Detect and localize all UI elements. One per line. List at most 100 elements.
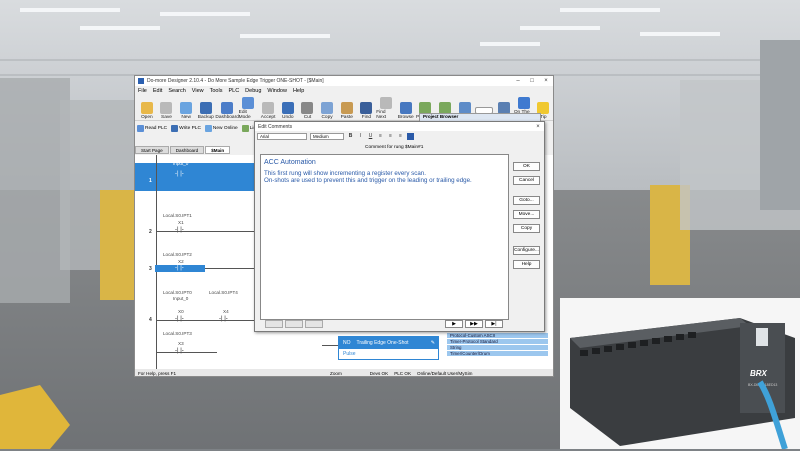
write-plc-button[interactable]: Write PLC [171, 124, 201, 132]
copy-icon [321, 102, 334, 114]
left-power-rail [156, 155, 157, 370]
rung3-contact[interactable]: -| |- [175, 265, 184, 271]
prev-rung-button[interactable] [305, 320, 323, 328]
first-rung-button[interactable] [265, 320, 283, 328]
maximize-button[interactable]: □ [525, 78, 539, 84]
configure-button[interactable]: Configure... [513, 246, 540, 255]
status-devs: Devs OK [369, 370, 389, 376]
toolbar-label: Copy [321, 115, 333, 120]
menu-help[interactable]: Help [293, 88, 304, 94]
size-select[interactable]: Medium [310, 132, 344, 140]
rung-number-1: 1 [149, 178, 152, 184]
dialog-close-icon[interactable]: × [532, 124, 544, 130]
align-center-icon[interactable]: ≡ [387, 133, 394, 140]
status-bar: For Help, press F1 Zoom Devs OK PLC OK O… [135, 369, 553, 376]
find-next-button[interactable]: Find Next [376, 97, 396, 120]
prev-page-button[interactable] [285, 320, 303, 328]
rung1-contact[interactable]: -| |- [175, 171, 184, 177]
tab-dashboard[interactable]: Dashboard [169, 146, 205, 154]
undo-button[interactable]: Undo [278, 102, 298, 120]
rung5-contact[interactable]: -| |- [175, 348, 184, 354]
edit-mode-button[interactable]: Edit Mode [239, 97, 259, 120]
find-button[interactable]: Find [357, 102, 377, 120]
next-rung-button[interactable]: ▶ [445, 320, 463, 328]
rung4-address-1: X0 [178, 309, 184, 314]
new-online-icon [204, 124, 212, 132]
toolbar-label: Dashboard [215, 115, 239, 120]
toolbar-label: Tip [540, 115, 547, 120]
selected-rung-highlight[interactable] [135, 163, 257, 191]
menu-edit[interactable]: Edit [153, 88, 162, 94]
status-mode: Online/Default User/MySim [417, 370, 473, 376]
move-button[interactable]: Move... [513, 210, 540, 219]
color-icon[interactable] [407, 132, 414, 140]
align-left-icon[interactable]: ≡ [377, 133, 384, 140]
rung2-address: X1 [178, 220, 184, 225]
toolbar-label: Save [161, 115, 172, 120]
rung-number-4: 4 [149, 317, 152, 323]
folder-button[interactable]: Open [137, 102, 157, 120]
status-zoom: Zoom [330, 370, 342, 376]
menu-plc[interactable]: PLC [228, 88, 239, 94]
goto-button[interactable]: Goto... [513, 196, 540, 205]
minimize-button[interactable]: – [511, 78, 525, 84]
pencil-icon[interactable]: ✎ [431, 340, 438, 346]
rung4-wire [157, 320, 257, 321]
read-plc-button[interactable]: Read PLC [137, 124, 167, 132]
rung2-wire [157, 231, 257, 232]
help-button[interactable]: Help [513, 260, 540, 269]
copy-button[interactable]: Copy [317, 102, 337, 120]
toolbar-label: Backup [197, 115, 214, 120]
status-help: For Help, press F1 [138, 370, 177, 376]
comment-line-2: On-shots are used to prevent this and tr… [264, 177, 472, 184]
bold-icon[interactable]: B [347, 133, 354, 140]
accept-button[interactable]: Accept [258, 102, 278, 120]
ok-button[interactable]: OK [513, 162, 540, 171]
last-rung-button[interactable]: ▶| [485, 320, 503, 328]
tab-start-page[interactable]: Start Page [135, 146, 169, 154]
edit-mode-icon [242, 97, 255, 109]
cancel-button[interactable]: Cancel [513, 176, 540, 185]
edge-title: Trailing Edge One-Shot [356, 340, 409, 346]
nav-disabled-buttons [265, 320, 323, 328]
menu-view[interactable]: View [192, 88, 204, 94]
comment-text-area[interactable]: ACC Automation This first rung will show… [260, 154, 509, 320]
menu-window[interactable]: Window [267, 88, 287, 94]
new-online-button[interactable]: New Online [204, 124, 238, 132]
dashboard-button[interactable]: Dashboard [215, 102, 239, 120]
save-icon [160, 102, 173, 114]
rung4-nickname-1b: Input_0 [173, 296, 189, 301]
copy-button[interactable]: Copy [513, 224, 540, 233]
new-button[interactable]: New [176, 102, 196, 120]
save-button[interactable]: Save [157, 102, 177, 120]
menu-tools[interactable]: Tools [210, 88, 223, 94]
folder-icon [140, 102, 153, 114]
menu-search[interactable]: Search [168, 88, 185, 94]
prop-row-timer[interactable]: Timer/Counter/Drum [447, 351, 548, 357]
toolbar-label: Browse [397, 115, 414, 120]
italic-icon[interactable]: I [357, 133, 364, 140]
tab-main[interactable]: $Main [205, 146, 231, 154]
next-page-button[interactable]: ▶▶ [465, 320, 483, 328]
edge-pulse-label: Pulse [343, 351, 356, 357]
write-plc-icon [171, 124, 179, 132]
trailing-edge-instruction[interactable]: NO Trailing Edge One-Shot ✎ Pulse [338, 336, 439, 360]
menu-debug[interactable]: Debug [245, 88, 261, 94]
close-button[interactable]: × [539, 78, 553, 84]
rung-navigation: ▶ ▶▶ ▶| [445, 320, 503, 328]
paste-button[interactable]: Paste [337, 102, 357, 120]
browse-button[interactable]: Browse [396, 102, 416, 120]
rung2-contact[interactable]: -| |- [175, 227, 184, 233]
cut-button[interactable]: Cut [298, 102, 318, 120]
rung-number-3: 3 [149, 266, 152, 272]
menu-file[interactable]: File [138, 88, 147, 94]
underline-icon[interactable]: U [367, 133, 374, 140]
window-title: Do-more Designer 2.10.4 - Do More Sample… [147, 78, 324, 84]
backup-button[interactable]: Backup [196, 102, 216, 120]
toolbar-label: Edit Mode [238, 110, 251, 120]
rung4-contact-2[interactable]: -| |- [219, 316, 228, 322]
align-right-icon[interactable]: ≡ [397, 133, 404, 140]
rung4-contact-1[interactable]: -| |- [175, 316, 184, 322]
font-select[interactable]: Arial [257, 132, 307, 140]
comment-line-1: This first rung will show incrementing a… [264, 169, 426, 177]
